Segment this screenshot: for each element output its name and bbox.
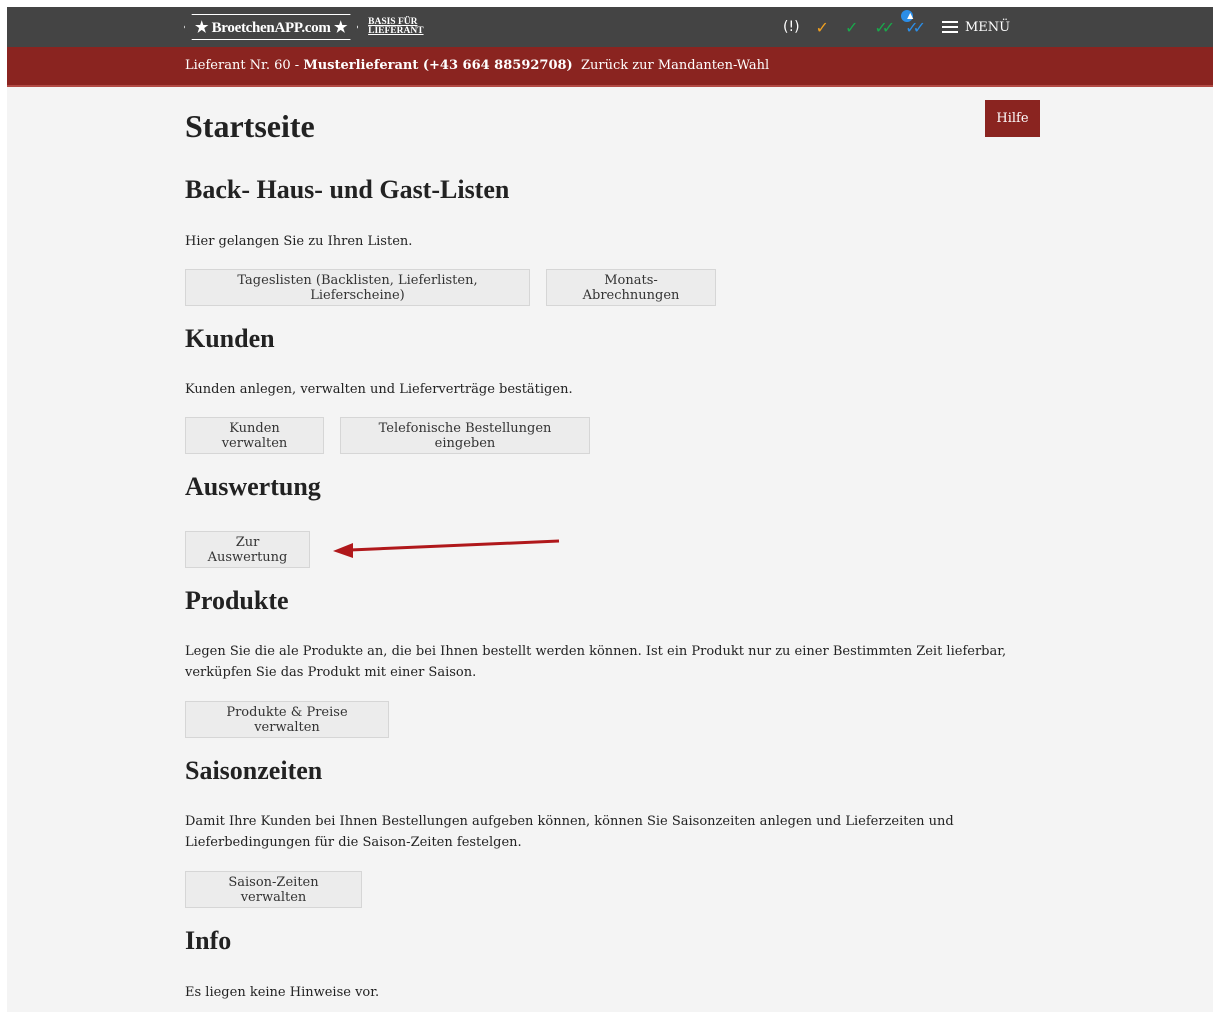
check-green-icon[interactable]: ✓ bbox=[845, 18, 858, 37]
info-icon[interactable]: (!) bbox=[783, 19, 800, 35]
back-to-tenant-link[interactable]: Zurück zur Mandanten-Wahl bbox=[581, 58, 769, 73]
section-text-listen: Hier gelangen Sie zu Ihren Listen. bbox=[185, 234, 413, 249]
check-orange-icon[interactable]: ✓ bbox=[816, 18, 829, 37]
section-text-kunden: Kunden anlegen, verwalten und Liefervert… bbox=[185, 382, 573, 397]
supplier-name: Musterlieferant (+43 664 88592708) bbox=[303, 58, 573, 73]
logo-badge: ★ BroetchenAPP.com ★ bbox=[184, 14, 358, 40]
menu-label: MENÜ bbox=[964, 19, 1011, 35]
evaluation-button[interactable]: Zur Auswertung bbox=[185, 531, 310, 568]
supplier-bar: Lieferant Nr. 60 - Musterlieferant (+43 … bbox=[7, 47, 1213, 87]
section-text-info: Es liegen keine Hinweise vor. bbox=[185, 985, 380, 1000]
double-check-green-icon[interactable]: ✓✓ bbox=[874, 18, 895, 37]
status-icons: (!) ✓ ✓ ✓✓ ▲ ✓✓ MENÜ bbox=[783, 7, 1010, 47]
section-heading-produkte: Produkte bbox=[185, 586, 289, 615]
top-navbar: ★ BroetchenAPP.com ★ BASIS FÜR LIEFERANT… bbox=[7, 7, 1213, 47]
manage-seasons-button[interactable]: Saison-Zeiten verwalten bbox=[185, 871, 362, 908]
section-heading-listen: Back- Haus- und Gast-Listen bbox=[185, 175, 510, 204]
section-heading-kunden: Kunden bbox=[185, 324, 275, 353]
logo-subtitle-line2: LIEFERANT bbox=[368, 26, 424, 36]
logo-subtitle: BASIS FÜR LIEFERANT bbox=[368, 17, 424, 36]
section-text-produkte: Legen Sie die ale Produkte an, die bei I… bbox=[185, 644, 1007, 680]
manage-products-button[interactable]: Produkte & Preise verwalten bbox=[185, 701, 389, 738]
section-heading-saison: Saisonzeiten bbox=[185, 756, 323, 785]
manage-customers-button[interactable]: Kunden verwalten bbox=[185, 417, 324, 454]
phone-orders-button[interactable]: Telefonische Bestellungen eingeben bbox=[340, 417, 590, 454]
monthly-billing-button[interactable]: Monats-Abrechnungen bbox=[546, 269, 716, 306]
notification-dot-icon: ▲ bbox=[901, 9, 913, 22]
supplier-prefix: Lieferant Nr. 60 - bbox=[185, 58, 304, 73]
menu-button[interactable]: MENÜ bbox=[941, 19, 1011, 35]
section-heading-info: Info bbox=[185, 926, 232, 955]
double-check-blue-icon[interactable]: ▲ ✓✓ bbox=[901, 9, 926, 37]
daily-lists-button[interactable]: Tageslisten (Backlisten, Lieferlisten, L… bbox=[185, 269, 530, 306]
help-button[interactable]: Hilfe bbox=[985, 100, 1040, 137]
app-frame: ★ BroetchenAPP.com ★ BASIS FÜR LIEFERANT… bbox=[7, 7, 1213, 1012]
page-title: Startseite bbox=[185, 108, 315, 144]
logo[interactable]: ★ BroetchenAPP.com ★ BASIS FÜR LIEFERANT bbox=[184, 14, 424, 40]
section-heading-auswertung: Auswertung bbox=[185, 472, 321, 501]
hamburger-icon bbox=[941, 21, 958, 33]
section-text-saison: Damit Ihre Kunden bei Ihnen Bestellungen… bbox=[185, 814, 954, 850]
